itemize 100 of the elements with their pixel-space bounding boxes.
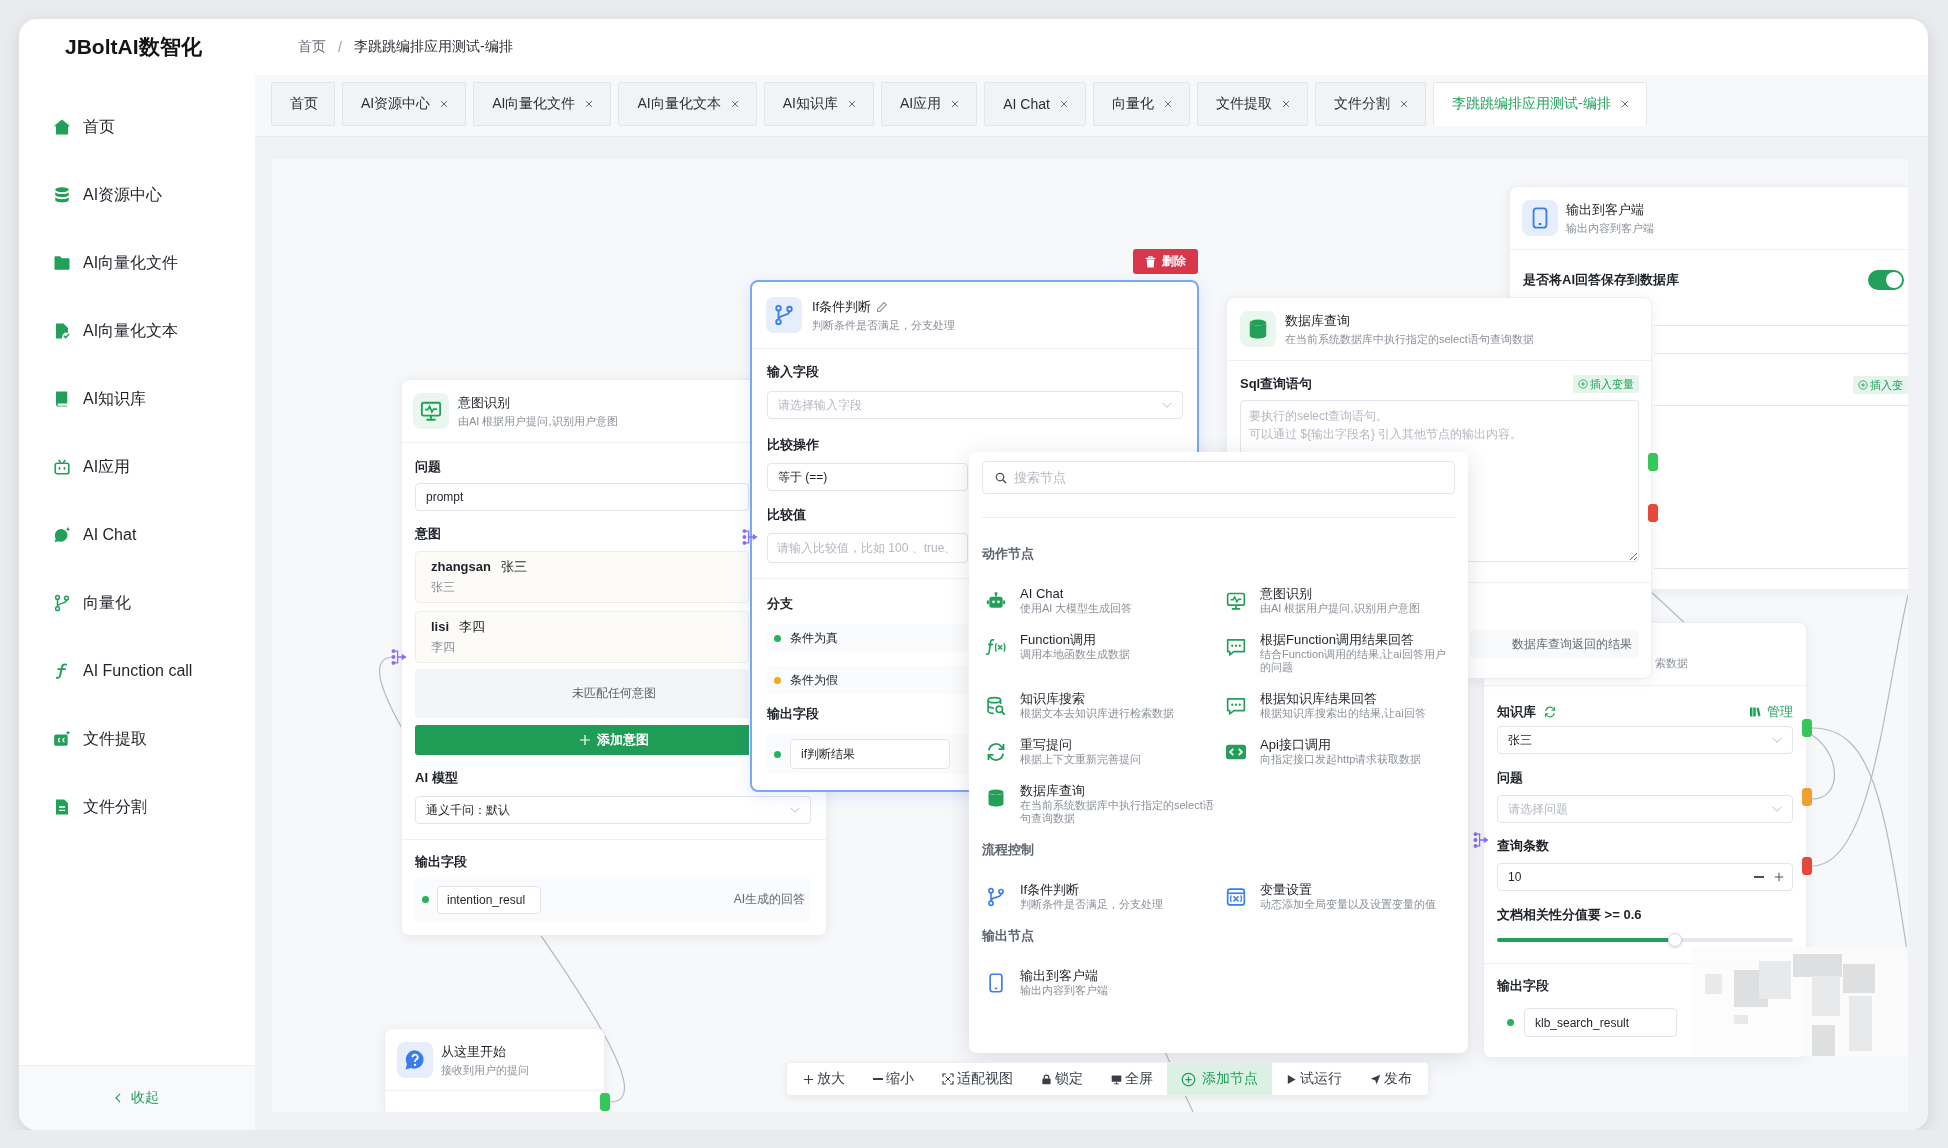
menu-item[interactable]: Api接口调用 向指定接口发起http请求获取数据 [1222,731,1455,772]
input-field[interactable]: 请输入比较值，比如 100 、true、 [767,533,968,563]
field-label: 分支 [767,595,793,613]
sidebar-item[interactable]: AI Chat [19,501,255,569]
intent-card[interactable]: zhangsan 张三 张三 [415,551,749,603]
sidebar-item[interactable]: AI向量化文件 [19,229,255,297]
menu-item[interactable]: AI Chat 使用AI 大模型生成回答 [982,580,1222,621]
sidebar-item[interactable]: AI资源中心 [19,161,255,229]
manage-link[interactable]: 管理 [1749,703,1793,721]
chat-icon [1226,696,1246,716]
input-field[interactable]: prompt [415,483,749,511]
close-icon[interactable] [729,99,740,109]
select-field[interactable]: 通义千问：默认 [415,796,811,824]
chat-icon [1226,637,1246,657]
minus-icon [873,1078,883,1080]
menu-item[interactable]: 输出到客户端 输出内容到客户端 [982,962,1222,1003]
toggle-switch[interactable] [1868,270,1904,290]
connector-handle-icon[interactable] [391,649,407,665]
intent-card[interactable]: lisi 李四 李四 [415,611,749,663]
sidebar-item[interactable]: 向量化 [19,569,255,637]
tab[interactable]: AI知识库 [763,82,874,126]
output-description: 数据库查询返回的结果 [1512,635,1632,653]
close-icon[interactable] [1619,99,1630,109]
menu-item[interactable]: If条件判断 判断条件是否满足，分支处理 [982,876,1222,917]
close-icon[interactable] [1280,99,1291,109]
folder-icon [53,254,71,272]
output-handle[interactable] [1648,453,1658,471]
breadcrumb-link[interactable]: 首页 [298,38,326,56]
fullscreen-button[interactable]: 全屏 [1097,1063,1167,1095]
refresh-icon[interactable] [1544,706,1556,718]
tab[interactable]: AI向量化文本 [618,82,757,126]
app-logo: JBoltAI数智化 [65,35,202,58]
tab[interactable]: AI向量化文件 [473,82,612,126]
test-run-button[interactable]: 试运行 [1272,1063,1356,1095]
sidebar-item[interactable]: 文件分割 [19,773,255,841]
sidebar-item[interactable]: AI知识库 [19,365,255,433]
phone-icon [1522,200,1558,236]
menu-item[interactable]: 意图识别 由AI 根据用户提问,识别用户意图 [1222,580,1455,621]
zoom-in-button[interactable]: 放大 [789,1063,859,1095]
fit-view-button[interactable]: 适配视图 [928,1063,1027,1095]
plus-icon [803,1073,814,1085]
close-icon[interactable] [950,99,961,109]
number-input[interactable]: 10 [1497,863,1793,891]
search-icon [995,471,1007,484]
close-icon[interactable] [1398,99,1409,109]
pencil-icon[interactable] [877,301,888,312]
menu-item[interactable]: 重写提问 根据上下文重新完善提问 [982,731,1222,772]
menu-item[interactable]: 变量设置 动态添加全局变量以及设置变量的值 [1222,876,1455,917]
close-icon[interactable] [439,99,450,109]
menu-item[interactable]: 根据Function调用结果回答 结合Function调用的结果,让ai回答用户的问题 [1222,626,1455,680]
lock-button[interactable]: 锁定 [1027,1063,1097,1095]
send-icon [1370,1073,1381,1085]
menu-item[interactable]: 知识库搜索 根据文本去知识库进行检索数据 [982,685,1222,726]
output-field[interactable]: if判断结果 [790,739,950,769]
dot-icon [774,750,781,758]
publish-button[interactable]: 发布 [1356,1063,1426,1095]
tab[interactable]: 文件分割 [1314,82,1426,126]
code-icon [1226,742,1246,762]
close-icon[interactable] [1162,99,1173,109]
connector-handle-icon[interactable] [742,529,758,545]
menu-item[interactable]: 根据知识库结果回答 根据知识库搜索出的结果,让ai回答 [1222,685,1455,726]
output-field[interactable]: klb_search_result [1524,1008,1677,1037]
sidebar-item[interactable]: AI Function call [19,637,255,705]
caption-icon [53,730,71,748]
tab[interactable]: AI资源中心 [342,82,467,126]
select-field[interactable]: 等于 (==) [767,463,968,491]
menu-item[interactable]: Function调用 调用本地函数生成数据 [982,626,1222,680]
sidebar-item[interactable]: AI应用 [19,433,255,501]
node-subtitle: 索数据 [1655,656,1689,670]
close-icon[interactable] [846,99,857,109]
output-field[interactable]: intention_resul [437,885,541,914]
phone-icon [986,973,1006,993]
sidebar-item[interactable]: 首页 [19,93,255,161]
zoom-out-button[interactable]: 缩小 [859,1063,928,1095]
tab[interactable]: AI应用 [880,82,978,126]
select-field[interactable] [1654,325,1908,354]
tv-icon [53,458,71,476]
menu-item[interactable]: 数据库查询 在当前系统数据库中执行指定的select语句查询数据 [982,777,1222,831]
tab[interactable]: 向量化 [1092,82,1190,126]
select-field[interactable]: 张三 [1497,726,1793,754]
close-icon[interactable] [1058,99,1069,109]
tab[interactable]: 首页 [271,82,335,126]
sidebar-item[interactable]: AI向量化文本 [19,297,255,365]
output-handle[interactable] [1648,504,1658,522]
field-label: 输出字段 [1497,977,1549,995]
tab[interactable]: 文件提取 [1196,82,1308,126]
output-handle[interactable] [1802,719,1812,737]
slider-thumb[interactable] [1667,933,1682,947]
delete-button[interactable]: 删除 [1133,249,1198,274]
output-handle[interactable] [1802,857,1812,875]
close-icon[interactable] [584,99,595,109]
database-search-icon [986,696,1006,716]
connector-handle-icon[interactable] [1473,832,1489,848]
slider-track[interactable] [1497,933,1793,947]
tab[interactable]: AI Chat [984,82,1086,126]
plus-circle-icon [1578,379,1588,389]
output-handle[interactable] [1802,788,1812,806]
sidebar-item[interactable]: 文件提取 [19,705,255,773]
output-handle[interactable] [600,1093,610,1111]
plus-icon[interactable] [1774,872,1784,882]
